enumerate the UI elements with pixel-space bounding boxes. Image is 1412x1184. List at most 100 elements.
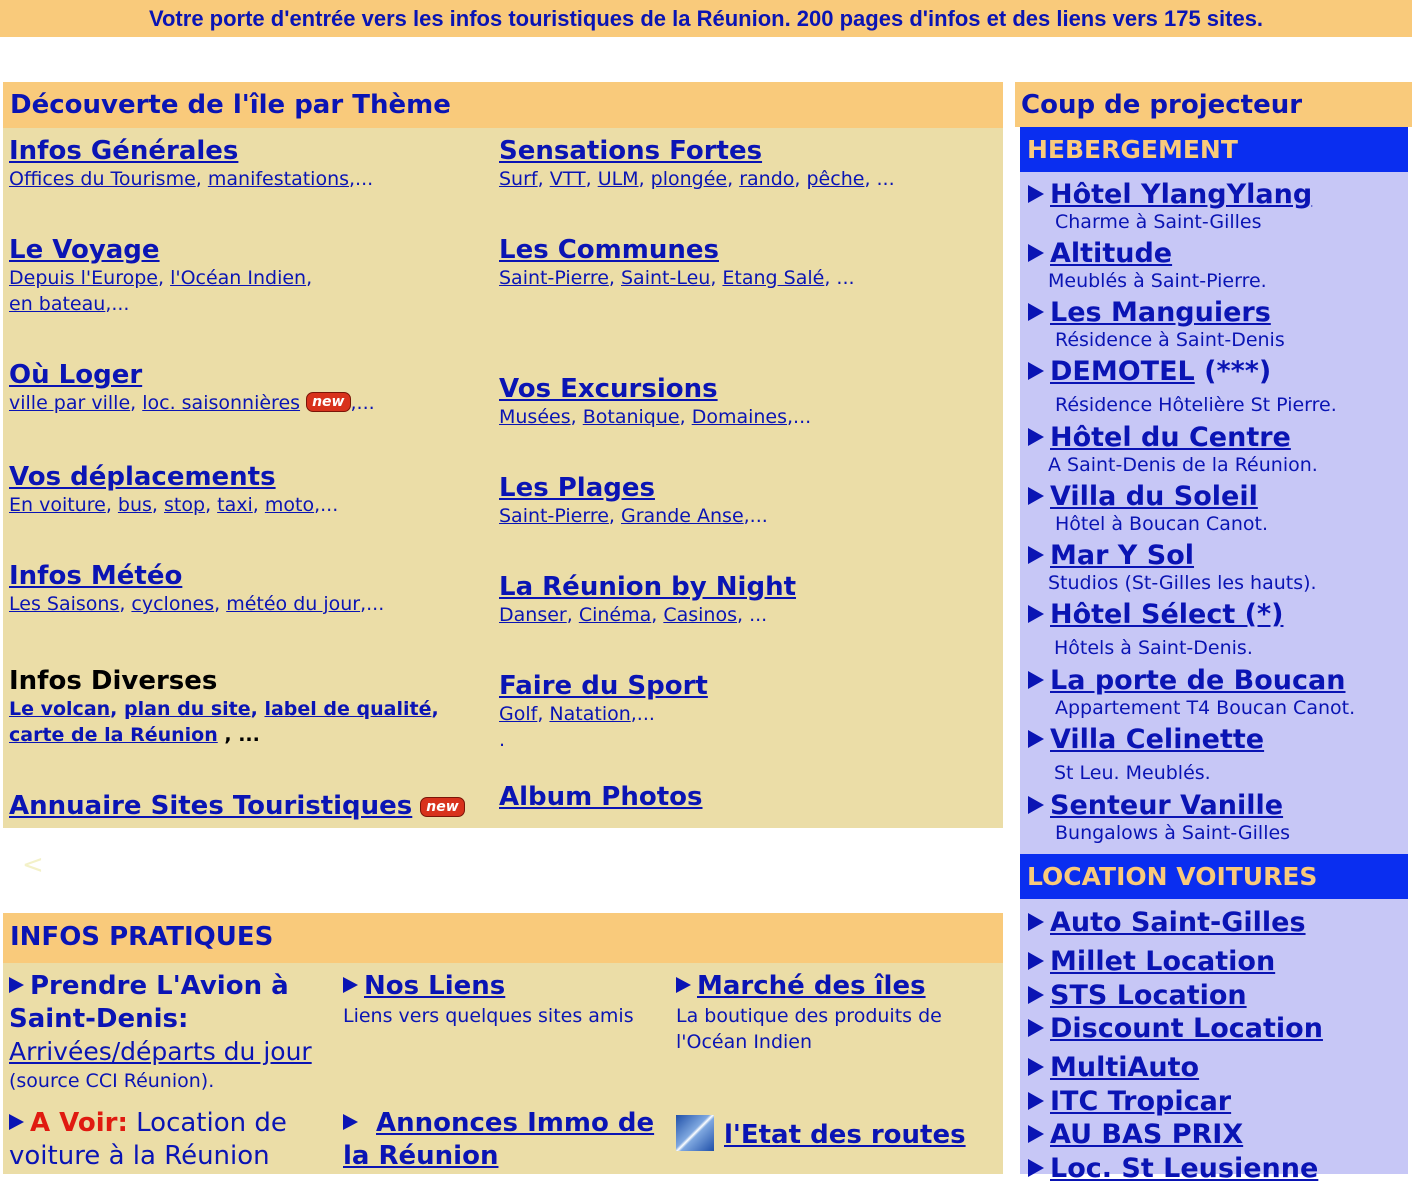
theme-sublinks: Depuis l'Europe, l'Océan Indien, — [9, 267, 313, 289]
hebergement-desc: Hôtel à Boucan Canot. — [1055, 513, 1268, 535]
hebergement-link[interactable]: Altitude — [1050, 238, 1172, 269]
theme-sublink[interactable]: cyclones — [131, 593, 214, 615]
hebergement-link[interactable]: La porte de Boucan — [1050, 665, 1345, 696]
hebergement-link[interactable]: Hôtel YlangYlang — [1050, 179, 1312, 210]
theme-sublink[interactable]: loc. saisonnières — [142, 392, 300, 414]
theme-sublink[interactable]: Natation — [549, 703, 630, 725]
location-link[interactable]: Millet Location — [1050, 946, 1275, 977]
location-link[interactable]: MultiAuto — [1050, 1052, 1199, 1083]
arrow-icon — [1028, 546, 1044, 564]
theme-sublink[interactable]: En voiture — [9, 494, 106, 516]
avoir-label: A Voir: — [30, 1108, 128, 1138]
theme-sublink[interactable]: Golf — [499, 703, 537, 725]
theme-title[interactable]: Faire du Sport — [499, 671, 708, 701]
theme-sublink[interactable]: stop — [164, 494, 205, 516]
theme-sublink[interactable]: Les Saisons — [9, 593, 119, 615]
theme-title[interactable]: Le Voyage — [9, 235, 312, 265]
theme-sublink[interactable]: ULM — [598, 168, 639, 190]
theme-sublink[interactable]: taxi — [217, 494, 253, 516]
hebergement-stars: (***) — [1194, 356, 1272, 387]
theme-sublink[interactable]: Cinéma — [579, 604, 651, 626]
theme-sublink[interactable]: bus — [118, 494, 152, 516]
theme-sublink[interactable]: rando — [739, 168, 794, 190]
arrow-icon — [1028, 730, 1044, 748]
theme-tail: ,... — [314, 494, 339, 516]
theme-sublinks: Le volcan, plan du site, label de qualit… — [9, 698, 439, 720]
hebergement-link[interactable]: Villa Celinette — [1050, 724, 1264, 755]
hebergement-item: Villa Celinette — [1028, 725, 1264, 755]
location-link[interactable]: Discount Location — [1050, 1013, 1323, 1044]
hebergement-link[interactable]: Hôtel Sélect (*) — [1050, 599, 1283, 630]
theme-sublink[interactable]: Grande Anse — [621, 505, 744, 527]
theme-title[interactable]: Infos Météo — [9, 561, 384, 591]
theme-title[interactable]: Les Plages — [499, 473, 768, 503]
hebergement-link[interactable]: Villa du Soleil — [1050, 481, 1258, 512]
theme-sublink[interactable]: Musées — [499, 406, 571, 428]
theme-sublinks: Musées, Botanique, Domaines,... — [499, 406, 812, 428]
theme-sublink[interactable]: Saint-Pierre — [499, 267, 609, 289]
arrow-icon — [1028, 244, 1044, 262]
arrow-icon — [1028, 185, 1044, 203]
arrow-icon — [676, 977, 691, 993]
theme-sublink[interactable]: carte de la Réunion — [9, 724, 218, 746]
theme-sublink[interactable]: plan du site — [124, 698, 251, 720]
theme-sublink[interactable]: moto — [265, 494, 314, 516]
new-badge: new — [306, 392, 351, 412]
theme-title[interactable]: Vos déplacements — [9, 462, 338, 492]
hebergement-link[interactable]: Les Manguiers — [1050, 297, 1271, 328]
theme-sublink[interactable]: pêche — [807, 168, 865, 190]
hebergement-item: Hôtel Sélect (*) — [1028, 600, 1283, 630]
theme-sublink[interactable]: Saint-Leu — [621, 267, 710, 289]
theme-sublink[interactable]: Danser — [499, 604, 567, 626]
theme-tail: , ... — [217, 724, 260, 746]
annonces-link[interactable]: Annonces Immo de la Réunion — [343, 1108, 654, 1171]
location-link[interactable]: Loc. St Leusienne — [1050, 1153, 1318, 1184]
theme-sublink[interactable]: manifestations — [208, 168, 349, 190]
theme-tail: ,... — [787, 406, 812, 428]
theme-sublink[interactable]: Etang Salé — [722, 267, 824, 289]
hebergement-link[interactable]: Hôtel du Centre — [1050, 422, 1291, 453]
theme-sublink[interactable]: en bateau — [9, 293, 105, 315]
theme-sublink[interactable]: météo du jour — [226, 593, 360, 615]
pratiques-header: INFOS PRATIQUES — [3, 913, 1003, 963]
theme-sublink[interactable]: Saint-Pierre — [499, 505, 609, 527]
theme-sublink[interactable]: Depuis l'Europe — [9, 267, 158, 289]
location-link[interactable]: STS Location — [1050, 980, 1247, 1011]
theme-sublink[interactable]: Casinos — [663, 604, 737, 626]
theme-title[interactable]: Annuaire Sites Touristiques — [9, 791, 412, 821]
stray-char: < — [22, 850, 44, 880]
hebergement-link[interactable]: Senteur Vanille — [1050, 790, 1283, 821]
theme-sublink[interactable]: Offices du Tourisme — [9, 168, 196, 190]
arrow-icon — [1028, 487, 1044, 505]
theme-title[interactable]: Infos Générales — [9, 136, 373, 166]
theme-title[interactable]: La Réunion by Night — [499, 572, 796, 602]
theme-sublink[interactable]: Surf — [499, 168, 538, 190]
arrow-icon — [1028, 605, 1044, 623]
theme-title[interactable]: Album Photos — [499, 782, 703, 812]
theme-sublink[interactable]: Domaines — [692, 406, 787, 428]
theme-sublink[interactable]: VTT — [550, 168, 586, 190]
hebergement-link[interactable]: Mar Y Sol — [1050, 540, 1194, 571]
hebergement-desc: Résidence à Saint-Denis — [1055, 329, 1285, 351]
location-link[interactable]: AU BAS PRIX — [1050, 1119, 1243, 1150]
theme-sublink[interactable]: Le volcan — [9, 698, 110, 720]
routes-link[interactable]: l'Etat des routes — [724, 1120, 966, 1150]
theme-sublink[interactable]: label de qualité — [264, 698, 431, 720]
theme-sublink[interactable]: l'Océan Indien — [170, 267, 306, 289]
theme-title[interactable]: Vos Excursions — [499, 374, 811, 404]
liens-link[interactable]: Nos Liens — [364, 971, 505, 1001]
theme-sublink[interactable]: plongée — [651, 168, 727, 190]
hebergement-link[interactable]: DEMOTEL — [1050, 356, 1195, 387]
marche-link[interactable]: Marché des îles — [697, 971, 926, 1001]
routes-block: l'Etat des routes — [676, 1115, 996, 1153]
location-item: Millet Location — [1028, 947, 1275, 977]
theme-title[interactable]: Où Loger — [9, 360, 375, 390]
theme-sublink[interactable]: Botanique — [583, 406, 680, 428]
location-link[interactable]: ITC Tropicar — [1050, 1086, 1231, 1117]
theme-title[interactable]: Les Communes — [499, 235, 855, 265]
location-item: Auto Saint-Gilles — [1028, 908, 1306, 938]
theme-sublink[interactable]: ville par ville — [9, 392, 130, 414]
avion-link[interactable]: Arrivées/départs du jour — [9, 1036, 339, 1068]
theme-title[interactable]: Sensations Fortes — [499, 136, 895, 166]
location-link[interactable]: Auto Saint-Gilles — [1050, 907, 1306, 938]
